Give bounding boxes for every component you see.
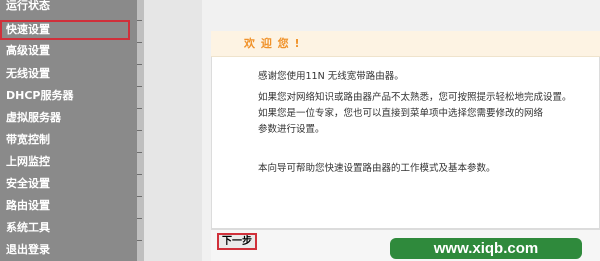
intro-text: 如果您是一位专家，您也可以直接到菜单项中选择您需要修改的网络 — [258, 108, 544, 119]
divider-tick — [137, 42, 142, 43]
sidebar-item-bandwidth[interactable]: 带宽控制 — [0, 130, 130, 150]
divider-tick — [137, 64, 142, 65]
intro-text: 感谢您使用11N 无线宽带路由器。 — [258, 71, 404, 82]
content-gutter — [144, 0, 202, 261]
sidebar-item-routing[interactable]: 路由设置 — [0, 196, 130, 216]
divider-tick — [137, 86, 142, 87]
intro-text: 参数进行设置。 — [258, 124, 325, 135]
divider-tick — [137, 108, 142, 109]
divider-tick — [137, 174, 142, 175]
divider-tick — [137, 196, 142, 197]
divider-tick — [137, 152, 142, 153]
sidebar-nav: 运行状态 快速设置 高级设置 无线设置 DHCP服务器 虚拟服务器 带宽控制 上… — [0, 0, 137, 261]
sidebar-item-system-tools[interactable]: 系统工具 — [0, 218, 130, 238]
sidebar-item-status[interactable]: 运行状态 — [0, 0, 130, 16]
divider-tick — [137, 20, 142, 21]
watermark-logo: www.xiqb.com — [390, 238, 582, 259]
sidebar-item-monitor[interactable]: 上网监控 — [0, 152, 130, 172]
sidebar-item-logout[interactable]: 退出登录 — [0, 240, 130, 260]
sidebar-item-virtual-server[interactable]: 虚拟服务器 — [0, 108, 130, 128]
sidebar-item-dhcp[interactable]: DHCP服务器 — [0, 86, 130, 106]
divider-tick — [137, 218, 142, 219]
intro-text: 如果您对网络知识或路由器产品不太熟悉，您可按照提示轻松地完成设置。 — [258, 92, 572, 103]
intro-text: 本向导可帮助您快速设置路由器的工作模式及基本参数。 — [258, 163, 496, 174]
divider-tick — [137, 130, 142, 131]
divider-tick — [137, 240, 142, 241]
sidebar-item-advanced[interactable]: 高级设置 — [0, 41, 130, 61]
sidebar-item-security[interactable]: 安全设置 — [0, 174, 130, 194]
sidebar-item-wireless[interactable]: 无线设置 — [0, 64, 130, 84]
welcome-title: 欢 迎 您 ! — [244, 37, 301, 50]
next-button[interactable]: 下一步 — [217, 233, 257, 250]
sidebar-item-quick-setup[interactable]: 快速设置 — [0, 20, 130, 40]
